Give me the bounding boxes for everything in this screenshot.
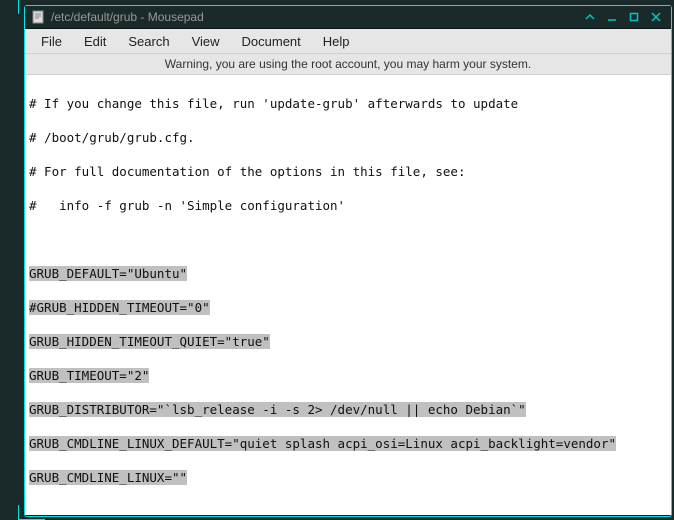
maximize-button[interactable] [625,9,643,25]
code-line[interactable] [29,231,667,248]
menu-help[interactable]: Help [313,32,360,51]
code-line[interactable]: GRUB_HIDDEN_TIMEOUT_QUIET="true" [29,333,667,350]
menu-document[interactable]: Document [232,32,311,51]
window-title: /etc/default/grub - Mousepad [51,10,577,24]
code-line[interactable]: GRUB_DISTRIBUTOR="`lsb_release -i -s 2> … [29,401,667,418]
titlebar[interactable]: /etc/default/grub - Mousepad [25,6,671,29]
code-line[interactable]: GRUB_CMDLINE_LINUX_DEFAULT="quiet splash… [29,435,667,452]
selection[interactable]: GRUB_HIDDEN_TIMEOUT_QUIET="true" [29,334,270,349]
code-line[interactable]: GRUB_CMDLINE_LINUX="" [29,469,667,486]
code-line[interactable]: # If you change this file, run 'update-g… [29,95,667,112]
selection[interactable]: #GRUB_HIDDEN_TIMEOUT="0" [29,300,210,315]
app-body: File Edit Search View Document Help Warn… [25,29,671,515]
selection[interactable]: GRUB_CMDLINE_LINUX="" [29,470,187,485]
selection[interactable]: GRUB_DISTRIBUTOR="`lsb_release -i -s 2> … [29,402,526,417]
editor-area[interactable]: # If you change this file, run 'update-g… [25,75,671,515]
menu-edit[interactable]: Edit [74,32,116,51]
code-line[interactable] [29,503,667,515]
code-line[interactable]: #GRUB_HIDDEN_TIMEOUT="0" [29,299,667,316]
code-line[interactable]: # /boot/grub/grub.cfg. [29,129,667,146]
root-warning: Warning, you are using the root account,… [25,54,671,75]
code-line[interactable]: GRUB_TIMEOUT="2" [29,367,667,384]
code-line[interactable]: # info -f grub -n 'Simple configuration' [29,197,667,214]
code-line[interactable]: # For full documentation of the options … [29,163,667,180]
selection[interactable]: GRUB_DEFAULT="Ubuntu" [29,266,187,281]
app-window: /etc/default/grub - Mousepad File Edit S… [24,5,672,517]
minimize-button[interactable] [603,9,621,25]
menu-view[interactable]: View [182,32,230,51]
selection[interactable]: GRUB_TIMEOUT="2" [29,368,149,383]
frame-corner-icon [18,0,45,14]
selection[interactable]: GRUB_CMDLINE_LINUX_DEFAULT="quiet splash… [29,436,616,451]
menu-search[interactable]: Search [118,32,179,51]
menu-file[interactable]: File [31,32,72,51]
menubar: File Edit Search View Document Help [25,29,671,54]
code-line[interactable]: GRUB_DEFAULT="Ubuntu" [29,265,667,282]
close-button[interactable] [647,9,665,25]
rollup-button[interactable] [581,9,599,25]
